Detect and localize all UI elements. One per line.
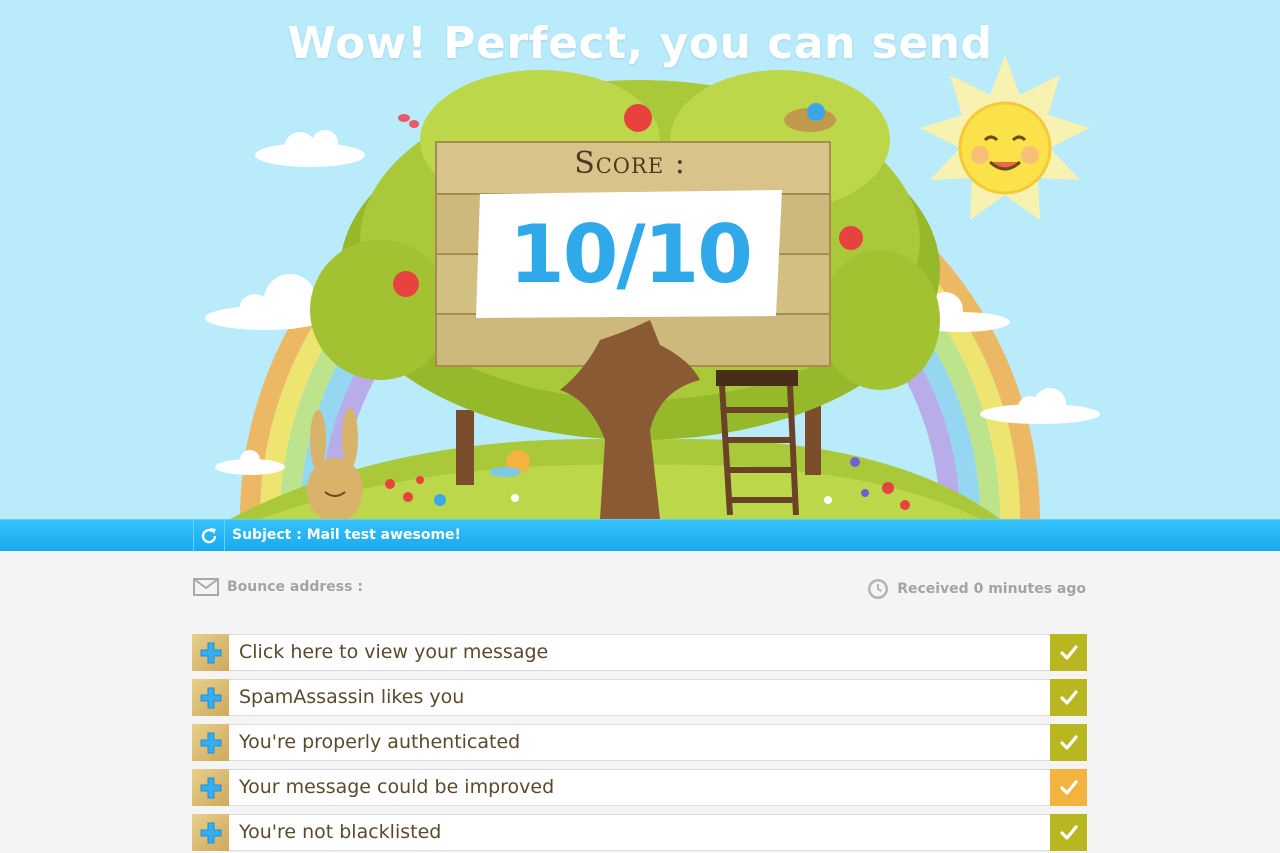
checkmark-icon	[1050, 679, 1087, 716]
check-label: Your message could be improved	[239, 776, 555, 798]
check-label: Click here to view your message	[239, 641, 549, 663]
received-info: Received 0 minutes ago	[867, 578, 1086, 600]
check-list: Click here to view your message SpamAssa…	[192, 634, 1087, 853]
clock-icon	[867, 578, 889, 600]
refresh-button[interactable]	[193, 520, 225, 551]
check-row-improvements[interactable]: Your message could be improved	[192, 769, 1087, 806]
received-text: Received 0 minutes ago	[897, 581, 1086, 597]
expand-plus-icon[interactable]	[192, 769, 229, 806]
refresh-icon	[201, 527, 217, 543]
check-row-authentication[interactable]: You're properly authenticated	[192, 724, 1087, 761]
subject-bar: Subject : Mail test awesome!	[0, 519, 1280, 551]
check-label: You're properly authenticated	[239, 731, 521, 753]
bounce-label: Bounce address :	[227, 579, 363, 595]
checkmark-icon	[1050, 724, 1087, 761]
envelope-icon	[193, 578, 219, 596]
bounce-address: Bounce address :	[193, 578, 363, 596]
expand-plus-icon[interactable]	[192, 634, 229, 671]
check-row-view-message[interactable]: Click here to view your message	[192, 634, 1087, 671]
subject-text: Subject : Mail test awesome!	[232, 527, 461, 543]
check-label: SpamAssassin likes you	[239, 686, 465, 708]
checkmark-icon	[1050, 814, 1087, 851]
expand-plus-icon[interactable]	[192, 724, 229, 761]
check-row-spamassassin[interactable]: SpamAssassin likes you	[192, 679, 1087, 716]
hero-banner: Wow! Perfect, you can send Score : 10/10	[0, 0, 1280, 519]
checkmark-icon	[1050, 634, 1087, 671]
headline: Wow! Perfect, you can send	[287, 18, 993, 69]
sun	[920, 55, 1090, 220]
check-label: You're not blacklisted	[239, 821, 442, 843]
score-label: Score :	[574, 146, 686, 181]
checkmark-icon	[1050, 769, 1087, 806]
score-value: 10/10	[509, 208, 753, 301]
expand-plus-icon[interactable]	[192, 814, 229, 851]
check-row-blacklist[interactable]: You're not blacklisted	[192, 814, 1087, 851]
expand-plus-icon[interactable]	[192, 679, 229, 716]
